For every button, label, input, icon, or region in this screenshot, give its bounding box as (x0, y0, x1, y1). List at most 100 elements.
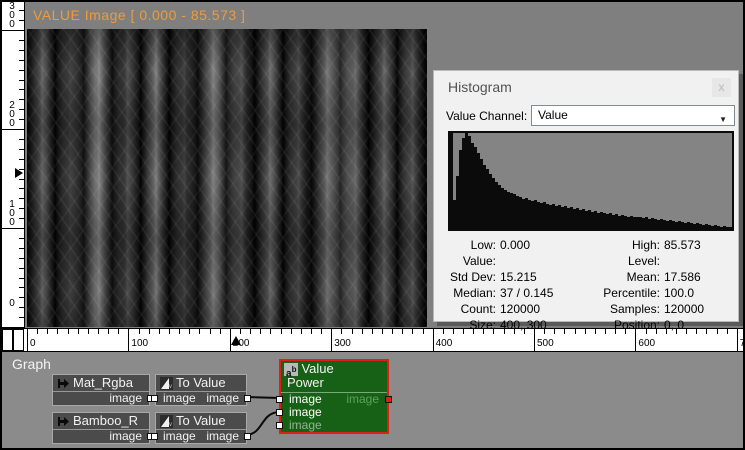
histogram-bars (450, 133, 732, 229)
import-arrow-icon (57, 377, 70, 390)
application-window: VALUE Image [ 0.000 - 85.573 ] 01 0 02 0… (0, 0, 745, 450)
stat-label: Value: (438, 253, 496, 269)
ruler-tick (19, 278, 24, 279)
ruler-tick (19, 258, 24, 259)
value-channel-dropdown[interactable]: Value ▼ (531, 105, 735, 126)
stat-label: Samples: (576, 301, 660, 317)
ruler-label: 500 (537, 338, 554, 349)
ruler-tick (19, 317, 24, 318)
bamboo-image[interactable] (27, 29, 427, 327)
histogram-bar (729, 227, 732, 229)
ruler-corner-box (2, 329, 13, 351)
stat-label: Percentile: (576, 285, 660, 301)
stat-value: 0.000 (496, 237, 576, 253)
ruler-tick (19, 109, 24, 110)
ruler-tick (19, 169, 24, 170)
ruler-tick (301, 329, 302, 334)
node-mat-rgba[interactable]: Mat_Rgba image (52, 374, 150, 406)
node-title-line2: Power (284, 376, 384, 390)
output-connector[interactable] (244, 433, 251, 440)
ruler-tick (737, 329, 738, 351)
ruler-tick (2, 228, 24, 229)
ruler-tick (78, 329, 79, 334)
ruler-tick (19, 268, 24, 269)
close-button[interactable]: x (712, 78, 731, 97)
ruler-tick (230, 329, 231, 351)
stat-row: Value: Level: (438, 253, 736, 269)
stat-label: Mean: (576, 269, 660, 285)
ruler-tick (423, 329, 424, 334)
ruler-tick (19, 248, 24, 249)
output-connector[interactable] (385, 396, 392, 403)
ruler-corner-box (13, 329, 24, 351)
input-port-label: image (163, 392, 196, 405)
value-channel-label: Value Channel: (446, 109, 527, 123)
ruler-label: 600 (638, 338, 655, 349)
svg-text:v: v (169, 422, 172, 428)
node-title: To Value (176, 413, 226, 429)
node-value-power[interactable]: ab Value Power image image image image (279, 359, 389, 434)
node-title-bar[interactable]: v To Value (156, 375, 246, 392)
node-to-value-2[interactable]: v To Value image image (155, 412, 247, 444)
stat-row: Size:400, 300Position:0, 0 (438, 317, 736, 333)
output-connector[interactable] (244, 395, 251, 402)
ruler-tick (19, 139, 24, 140)
ruler-tick (19, 60, 24, 61)
input-connector[interactable] (276, 409, 283, 416)
ruler-tick (270, 329, 271, 334)
histogram-chart (448, 131, 734, 231)
histogram-panel-title[interactable]: Histogram (448, 79, 512, 95)
power-icon: ab (284, 363, 298, 376)
ruler-tick (19, 179, 24, 180)
input-connector[interactable] (276, 396, 283, 403)
input-connector[interactable] (151, 395, 158, 402)
ruler-tick (19, 287, 24, 288)
stat-value: 0, 0 (660, 317, 684, 333)
ruler-tick (433, 329, 434, 351)
stat-value: 100.0 (660, 285, 694, 301)
node-title-bar[interactable]: ab Value Power (281, 361, 387, 393)
ruler-tick (331, 329, 332, 351)
ruler-tick (362, 329, 363, 334)
node-title-bar[interactable]: Mat_Rgba (53, 375, 149, 392)
ruler-tick (260, 329, 261, 334)
ruler-tick (19, 40, 24, 41)
stat-label: Position: (576, 317, 660, 333)
ruler-tick (2, 129, 24, 130)
ruler-tick (108, 329, 109, 334)
graph-panel[interactable]: Graph Mat_Rgba image (2, 350, 745, 450)
stat-label: Size: (438, 317, 496, 333)
stat-label: Count: (438, 301, 496, 317)
ruler-tick (19, 198, 24, 199)
ruler-label: 400 (436, 338, 453, 349)
ruler-tick (27, 329, 28, 351)
ruler-tick (19, 10, 24, 11)
ruler-label: 2 0 0 (6, 101, 18, 128)
ruler-tick (210, 329, 211, 334)
ruler-tick (19, 149, 24, 150)
input-connector[interactable] (276, 422, 283, 429)
node-to-value-1[interactable]: v To Value image image (155, 374, 247, 406)
ruler-tick (291, 329, 292, 334)
stat-value: 17.586 (660, 269, 701, 285)
ruler-tick (321, 329, 322, 334)
stat-label: Level: (576, 253, 660, 269)
ruler-tick (98, 329, 99, 334)
input-connector[interactable] (151, 433, 158, 440)
output-port-label: image (206, 430, 239, 443)
chevron-down-icon: ▼ (719, 110, 727, 129)
ruler-tick (240, 329, 241, 334)
ruler-tick (19, 119, 24, 120)
ruler-tick (199, 329, 200, 334)
stat-row: Count:120000Samples:120000 (438, 301, 736, 317)
ruler-tick (250, 329, 251, 334)
ruler-tick (19, 50, 24, 51)
node-title-bar[interactable]: v To Value (156, 413, 246, 430)
ruler-tick (19, 188, 24, 189)
output-port-label: image (346, 393, 379, 406)
ruler-tick (68, 329, 69, 334)
ruler-tick (19, 80, 24, 81)
node-title-bar[interactable]: Bamboo_R (53, 413, 149, 430)
ruler-label: 100 (131, 338, 148, 349)
node-bamboo-r[interactable]: Bamboo_R image (52, 412, 150, 444)
